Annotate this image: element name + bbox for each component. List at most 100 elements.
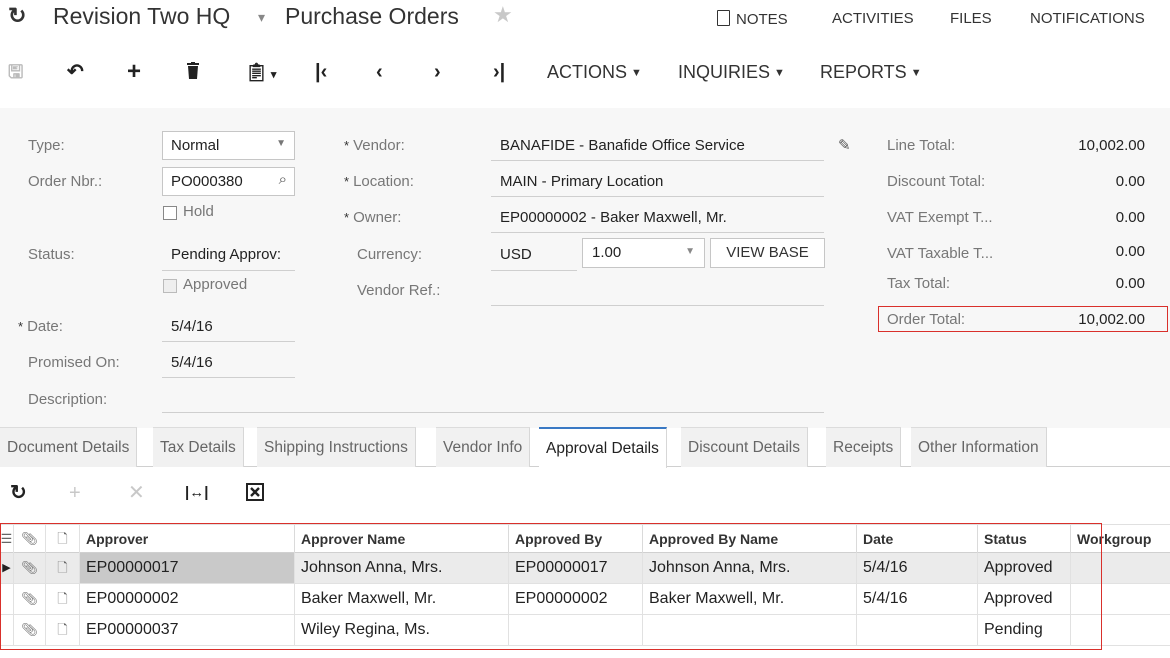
next-record-icon[interactable]: › bbox=[434, 52, 441, 92]
first-record-icon[interactable]: |‹ bbox=[315, 52, 327, 92]
approved-label: Approved bbox=[183, 276, 248, 293]
hold-label: Hold bbox=[183, 203, 214, 220]
tab-document-details[interactable]: Document Details bbox=[0, 427, 138, 467]
search-icon[interactable]: ⌕ bbox=[279, 171, 287, 188]
view-base-button[interactable]: VIEW BASE bbox=[710, 238, 825, 268]
refresh-icon[interactable]: ↻ bbox=[8, 3, 26, 29]
last-record-icon[interactable]: ›| bbox=[493, 52, 505, 92]
chevron-down-icon: ▼ bbox=[685, 246, 695, 257]
owner-input[interactable]: EP00000002 - Baker Maxwell, Mr. bbox=[500, 208, 727, 228]
vendor-input[interactable]: BANAFIDE - Banafide Office Service bbox=[500, 136, 745, 156]
owner-label: * Owner: bbox=[344, 209, 402, 226]
vendor-label: * Vendor: bbox=[344, 137, 405, 154]
reports-menu[interactable]: REPORTS ▼ bbox=[820, 52, 922, 93]
order-nbr-input[interactable]: PO000380 ⌕ bbox=[162, 167, 295, 196]
tab-shipping-instructions[interactable]: Shipping Instructions bbox=[257, 427, 416, 467]
type-label: Type: bbox=[28, 137, 65, 154]
inquiries-menu[interactable]: INQUIRIES ▼ bbox=[678, 52, 785, 93]
star-icon[interactable]: ★ bbox=[493, 2, 513, 28]
order-nbr-label: Order Nbr.: bbox=[28, 173, 103, 190]
type-value: Normal bbox=[171, 137, 220, 154]
location-label: * Location: bbox=[344, 173, 414, 190]
chevron-down-icon: ▼ bbox=[910, 67, 922, 79]
vat-taxable-value: 0.00 bbox=[1115, 243, 1145, 260]
tab-receipts[interactable]: Receipts bbox=[826, 427, 902, 467]
company-title[interactable]: Revision Two HQ bbox=[53, 3, 230, 30]
fit-columns-icon[interactable]: |↔| bbox=[185, 478, 208, 508]
inquiries-label: INQUIRIES bbox=[678, 62, 771, 82]
type-select[interactable]: Normal ▼ bbox=[162, 131, 295, 160]
screen-title: Purchase Orders bbox=[285, 3, 459, 29]
main-toolbar: 🖫 ↶ + 📋︎ ▾ |‹ ‹ › ›| ACTIONS ▼ INQUIRIES ▼ … bbox=[0, 52, 1170, 92]
vat-exempt-label: VAT Exempt T... bbox=[887, 209, 993, 226]
vat-taxable-label: VAT Taxable T... bbox=[887, 245, 994, 262]
currency-label: Currency: bbox=[357, 246, 423, 263]
vendor-label-text: Vendor: bbox=[353, 137, 405, 154]
rate-value: 1.00 bbox=[592, 244, 622, 261]
chevron-down-icon: ▼ bbox=[276, 138, 286, 149]
order-total-value: 10,002.00 bbox=[1078, 311, 1145, 328]
notes-label: NOTES bbox=[736, 11, 788, 28]
order-nbr-value: PO000380 bbox=[171, 173, 243, 190]
tab-tax-details[interactable]: Tax Details bbox=[153, 427, 244, 467]
approved-checkbox bbox=[163, 279, 177, 293]
grid-add-icon[interactable]: + bbox=[69, 478, 81, 508]
chevron-down-icon: ▼ bbox=[774, 67, 785, 79]
date-input[interactable]: 5/4/16 bbox=[171, 317, 213, 337]
promised-underline bbox=[162, 377, 295, 378]
line-total-value: 10,002.00 bbox=[1078, 137, 1145, 154]
tax-total-label: Tax Total: bbox=[887, 275, 951, 292]
hold-checkbox[interactable] bbox=[163, 206, 177, 220]
currency-underline bbox=[491, 270, 577, 271]
export-excel-icon[interactable] bbox=[246, 478, 264, 508]
vendor-underline bbox=[491, 160, 824, 161]
line-total-label: Line Total: bbox=[887, 137, 956, 154]
owner-underline bbox=[491, 232, 824, 233]
vendor-ref-input[interactable] bbox=[491, 305, 824, 306]
notes-link[interactable]: NOTES bbox=[717, 10, 788, 28]
clipboard-icon[interactable]: 📋︎ ▾ bbox=[245, 52, 276, 95]
promised-on-input[interactable]: 5/4/16 bbox=[171, 353, 213, 373]
grid-delete-icon[interactable]: ✕ bbox=[128, 478, 145, 508]
currency-rate-select[interactable]: 1.00 ▼ bbox=[582, 238, 705, 268]
location-label-text: Location: bbox=[353, 173, 414, 190]
discount-total-value: 0.00 bbox=[1115, 173, 1145, 190]
reports-label: REPORTS bbox=[820, 62, 907, 82]
activities-link[interactable]: ACTIVITIES bbox=[832, 10, 914, 27]
location-underline bbox=[491, 196, 824, 197]
grid-highlight bbox=[0, 523, 1102, 650]
status-underline bbox=[162, 270, 295, 271]
add-icon[interactable]: + bbox=[127, 52, 141, 92]
description-input[interactable] bbox=[162, 412, 824, 413]
location-input[interactable]: MAIN - Primary Location bbox=[500, 172, 663, 192]
tab-discount-details[interactable]: Discount Details bbox=[681, 427, 808, 467]
undo-icon[interactable]: ↶ bbox=[67, 52, 84, 92]
save-icon[interactable]: 🖫 bbox=[8, 52, 23, 92]
date-underline bbox=[162, 341, 295, 342]
tab-other-information[interactable]: Other Information bbox=[911, 427, 1047, 467]
tax-total-value: 0.00 bbox=[1115, 275, 1145, 292]
previous-record-icon[interactable]: ‹ bbox=[376, 52, 383, 92]
vat-exempt-value: 0.00 bbox=[1115, 209, 1145, 226]
document-icon bbox=[717, 10, 730, 26]
title-bar: ↻ Revision Two HQ ▾ Purchase Orders ★ NO… bbox=[0, 0, 1170, 36]
grid-refresh-icon[interactable]: ↻ bbox=[10, 478, 27, 508]
tab-approval-details[interactable]: Approval Details bbox=[539, 427, 667, 468]
actions-menu[interactable]: ACTIONS ▼ bbox=[547, 52, 642, 93]
files-link[interactable]: FILES bbox=[950, 10, 992, 27]
edit-pencil-icon[interactable]: ✎ bbox=[838, 136, 851, 154]
delete-icon[interactable] bbox=[186, 52, 200, 92]
tab-vendor-info[interactable]: Vendor Info bbox=[436, 427, 531, 467]
tab-bar: Document Details Tax Details Shipping In… bbox=[0, 427, 1170, 468]
status-label: Status: bbox=[28, 246, 75, 263]
date-label: * Date: bbox=[18, 318, 63, 335]
chevron-down-icon[interactable]: ▾ bbox=[258, 9, 265, 26]
notifications-link[interactable]: NOTIFICATIONS bbox=[1030, 10, 1145, 27]
date-label-text: Date: bbox=[27, 318, 63, 335]
actions-label: ACTIONS bbox=[547, 62, 628, 82]
status-value: Pending Approv: bbox=[171, 246, 282, 263]
chevron-down-icon: ▼ bbox=[631, 67, 642, 79]
promised-on-label: Promised On: bbox=[28, 354, 120, 371]
currency-input[interactable]: USD bbox=[500, 245, 532, 265]
description-label: Description: bbox=[28, 391, 108, 408]
